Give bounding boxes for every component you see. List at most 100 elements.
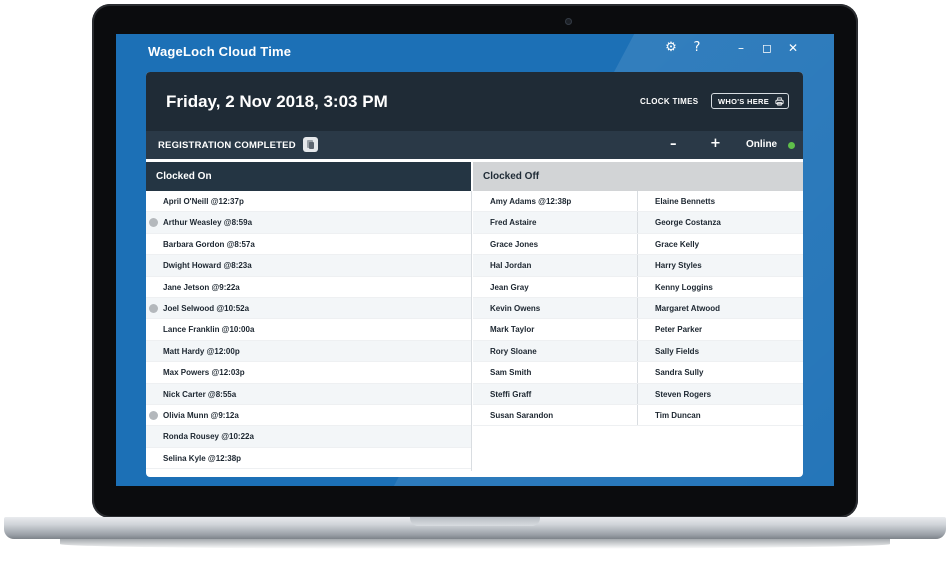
employee-name: Steven Rogers: [655, 389, 712, 399]
app-window: WageLoch Cloud Time ⚙ ? – ◻ ✕ Friday, 2 …: [116, 34, 834, 486]
clocked-off-row: Grace Jones Grace Kelly: [473, 233, 803, 256]
clocked-on-row[interactable]: Ronda Rousey @10:22a: [146, 426, 471, 448]
employee-name: Arthur Weasley @8:59a: [163, 218, 253, 228]
laptop-shadow: [60, 539, 890, 549]
clocked-on-header: Clocked On: [146, 162, 471, 191]
clock-times-link[interactable]: CLOCK TIMES: [640, 97, 698, 106]
clocked-on-row[interactable]: Joel Selwood @10:52a: [146, 297, 471, 320]
clocked-off-title: Clocked Off: [483, 171, 540, 182]
photo-icon: [149, 410, 158, 420]
card-header: Friday, 2 Nov 2018, 3:03 PM CLOCK TIMES …: [146, 72, 803, 131]
clocked-off-row: Fred Astaire George Costanza: [473, 212, 803, 234]
employee-name: Grace Jones: [490, 239, 539, 249]
clocked-off-header: Clocked Off: [473, 162, 803, 191]
employee-name: April O'Neill @12:37p: [163, 197, 244, 206]
clocked-on-row[interactable]: Barbara Gordon @8:57a: [146, 234, 471, 256]
window-controls: ⚙ ? – ◻ ✕: [658, 40, 806, 56]
zoom-out-button[interactable]: –: [670, 137, 677, 152]
clocked-off-cell[interactable]: Mark Taylor: [473, 319, 638, 340]
gear-icon[interactable]: ⚙: [658, 40, 684, 56]
employee-name: Lance Franklin @10:00a: [163, 325, 255, 335]
employee-name: Margaret Atwood: [655, 303, 721, 313]
status-bar: REGISTRATION COMPLETED – + Online: [146, 131, 803, 162]
employee-name: Olivia Munn @9:12a: [163, 410, 239, 420]
maximize-icon[interactable]: ◻: [754, 40, 780, 56]
whos-here-button[interactable]: WHO'S HERE: [711, 93, 789, 109]
employee-name: Kenny Loggins: [655, 282, 713, 292]
employee-name: Fred Astaire: [490, 218, 537, 228]
clocked-off-cell[interactable]: Rory Sloane: [473, 340, 638, 362]
clocked-on-row[interactable]: Jane Jetson @9:22a: [146, 277, 471, 298]
minimize-icon[interactable]: –: [728, 40, 754, 56]
employee-name: Tim Duncan: [655, 410, 701, 420]
clocked-off-cell[interactable]: Kevin Owens: [473, 297, 638, 319]
clocked-off-cell[interactable]: Grace Kelly: [638, 234, 803, 254]
camera-icon: [565, 18, 572, 25]
employee-name: George Costanza: [655, 218, 721, 228]
clocked-off-row: Hal Jordan Harry Styles: [473, 255, 803, 277]
employee-name: Amy Adams @12:38p: [490, 197, 572, 206]
employee-name: Jean Gray: [490, 282, 529, 292]
clocked-off-cell[interactable]: Hal Jordan: [473, 255, 638, 276]
clocked-on-row[interactable]: Dwight Howard @8:23a: [146, 255, 471, 277]
question-icon[interactable]: ?: [684, 40, 710, 56]
clocked-off-cell[interactable]: Peter Parker: [638, 319, 803, 339]
clocked-off-cell[interactable]: Kenny Loggins: [638, 277, 803, 297]
employee-name: Steffi Graff: [490, 389, 532, 399]
photo-icon: [149, 218, 158, 228]
employee-name: Dwight Howard @8:23a: [163, 261, 252, 271]
clocked-off-cell[interactable]: Fred Astaire: [473, 212, 638, 233]
employee-name: Joel Selwood @10:52a: [163, 303, 250, 313]
clocked-off-row: Kevin Owens Margaret Atwood: [473, 297, 803, 320]
employee-name: Matt Hardy @12:00p: [163, 346, 240, 356]
whos-here-label: WHO'S HERE: [718, 97, 770, 106]
employee-name: Nick Carter @8:55a: [163, 389, 237, 399]
registration-icon[interactable]: [303, 137, 318, 152]
app-title: WageLoch Cloud Time: [148, 44, 292, 59]
clocked-off-list: Amy Adams @12:38p Elaine Bennetts Fred Ast…: [473, 191, 803, 427]
employee-name: Hal Jordan: [490, 261, 532, 271]
clocked-off-cell[interactable]: Steven Rogers: [638, 384, 803, 404]
employee-name: Barbara Gordon @8:57a: [163, 239, 255, 249]
main-card: Friday, 2 Nov 2018, 3:03 PM CLOCK TIMES …: [146, 72, 803, 477]
clocked-on-row[interactable]: April O'Neill @12:37p: [146, 191, 471, 213]
employee-name: Peter Parker: [655, 325, 703, 335]
clocked-off-cell[interactable]: Tim Duncan: [638, 405, 803, 425]
print-icon: [775, 97, 784, 106]
clocked-on-row[interactable]: Arthur Weasley @8:59a: [146, 212, 471, 234]
employee-name: Sally Fields: [655, 346, 700, 356]
clocked-off-row: Sam Smith Sandra Sully: [473, 362, 803, 384]
clocked-on-list: April O'Neill @12:37p Arthur Weasley @8:5…: [146, 191, 471, 470]
employee-name: Sandra Sully: [655, 368, 704, 378]
employee-name: Rory Sloane: [490, 346, 537, 356]
clocked-off-row: Mark Taylor Peter Parker: [473, 319, 803, 341]
clocked-off-cell[interactable]: George Costanza: [638, 212, 803, 232]
clocked-off-cell[interactable]: Sam Smith: [473, 362, 638, 383]
clocked-off-cell[interactable]: Sandra Sully: [638, 362, 803, 382]
current-datetime: Friday, 2 Nov 2018, 3:03 PM: [166, 92, 388, 111]
employee-name: Ronda Rousey @10:22a: [163, 432, 254, 442]
clocked-off-cell[interactable]: Steffi Graff: [473, 383, 638, 404]
clocked-on-row[interactable]: Olivia Munn @9:12a: [146, 405, 471, 427]
clocked-off-cell[interactable]: Susan Sarandon: [473, 404, 638, 426]
clocked-off-row: Steffi Graff Steven Rogers: [473, 383, 803, 405]
clocked-on-row[interactable]: Selina Kyle @12:38p: [146, 448, 471, 470]
close-icon[interactable]: ✕: [780, 40, 806, 56]
clocked-off-cell[interactable]: Grace Jones: [473, 233, 638, 255]
clocked-on-row[interactable]: Nick Carter @8:55a: [146, 383, 471, 405]
clocked-on-row[interactable]: Matt Hardy @12:00p: [146, 340, 471, 363]
clocked-off-cell[interactable]: Jean Gray: [473, 276, 638, 297]
zoom-in-button[interactable]: +: [710, 136, 721, 151]
employee-name: Jane Jetson @9:22a: [163, 282, 240, 292]
employee-name: Harry Styles: [655, 261, 702, 271]
employee-name: Mark Taylor: [490, 325, 535, 335]
clocked-off-cell[interactable]: Elaine Bennetts: [638, 191, 803, 211]
clocked-on-title: Clocked On: [156, 171, 212, 182]
clocked-off-cell[interactable]: Harry Styles: [638, 255, 803, 275]
clocked-off-cell[interactable]: Sally Fields: [638, 341, 803, 361]
clocked-off-cell[interactable]: Margaret Atwood: [638, 298, 803, 318]
clocked-on-row[interactable]: Max Powers @12:03p: [146, 362, 471, 384]
clocked-off-cell[interactable]: Amy Adams @12:38p: [473, 191, 638, 212]
employee-name: Grace Kelly: [655, 239, 700, 249]
clocked-on-row[interactable]: Lance Franklin @10:00a: [146, 319, 471, 341]
